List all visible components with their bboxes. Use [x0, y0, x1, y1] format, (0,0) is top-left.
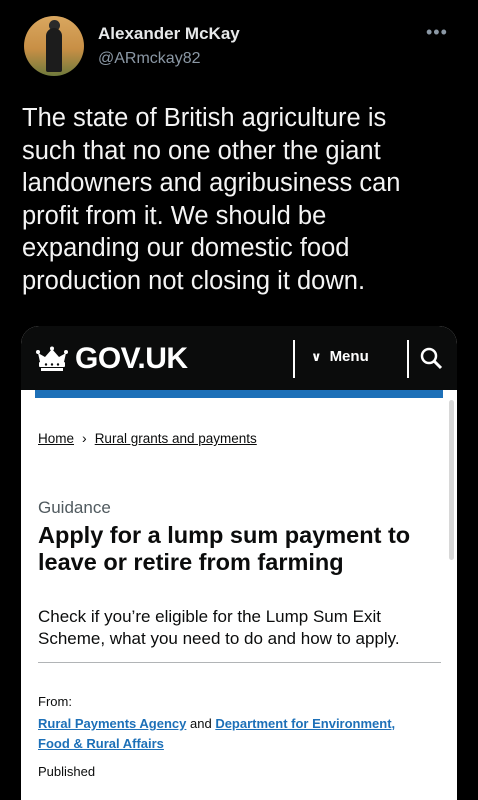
tweet-text-line: expanding our domestic food	[22, 234, 350, 262]
tweet-text-line: landowners and agribusiness can	[22, 169, 401, 197]
page-title: Apply for a lump sum payment to leave or…	[38, 522, 438, 576]
page-lead-line: Check if you’re eligible for the Lump Su…	[38, 607, 381, 626]
header-divider	[293, 340, 295, 378]
breadcrumb: Home › Rural grants and payments	[38, 430, 257, 446]
author-handle[interactable]: @ARmckay82	[98, 50, 201, 68]
search-icon[interactable]	[419, 346, 443, 370]
breadcrumb-section-link[interactable]: Rural grants and payments	[95, 431, 257, 446]
org-link-defra[interactable]: Department for Environment,	[215, 716, 395, 731]
tweet-text-line: production not closing it down.	[22, 266, 366, 295]
tweet-text-line: The state of British agriculture is	[22, 104, 387, 132]
menu-button[interactable]: ∨ Menu	[311, 348, 369, 365]
from-label: From:	[38, 694, 72, 709]
page-lead: Check if you’re eligible for the Lump Su…	[38, 606, 457, 650]
chevron-right-icon: ›	[82, 430, 87, 446]
tweet-text-line: such that no one other the giant	[22, 136, 381, 165]
tweet-text-line: profit from it. We should be	[22, 201, 327, 230]
header-accent-bar	[35, 390, 443, 398]
org-and: and	[189, 716, 212, 731]
scrollbar[interactable]	[449, 400, 454, 560]
org-link-defra-cont[interactable]: Food & Rural Affairs	[38, 736, 164, 751]
avatar-figure-body	[46, 28, 62, 72]
section-divider	[38, 662, 441, 663]
page-title-line: Apply for a lump sum payment to	[38, 522, 411, 548]
organisations: Rural Payments Agency and Department for…	[38, 714, 457, 754]
menu-label: Menu	[329, 348, 369, 365]
embedded-screenshot[interactable]: GOV.UK ∨ Menu Home › Rural grants and payme…	[21, 326, 457, 800]
chevron-down-icon: ∨	[311, 349, 322, 364]
tweet-text: The state of British agriculture is such…	[22, 102, 462, 297]
page-lead-line: Scheme, what you need to do and how to a…	[38, 629, 400, 648]
crown-icon	[36, 346, 68, 371]
author-avatar[interactable]	[24, 16, 84, 76]
page-title-line: leave or retire from farming	[38, 549, 344, 575]
govuk-header: GOV.UK ∨ Menu	[21, 326, 457, 390]
header-divider	[407, 340, 409, 378]
author-name[interactable]: Alexander McKay	[98, 24, 240, 44]
page-caption: Guidance	[38, 498, 111, 517]
org-link-rpa[interactable]: Rural Payments Agency	[38, 716, 186, 731]
more-horizontal-icon[interactable]: •••	[426, 22, 448, 43]
breadcrumb-home-link[interactable]: Home	[38, 431, 74, 446]
govuk-logo[interactable]: GOV.UK	[75, 342, 188, 376]
published-label: Published	[38, 764, 96, 779]
